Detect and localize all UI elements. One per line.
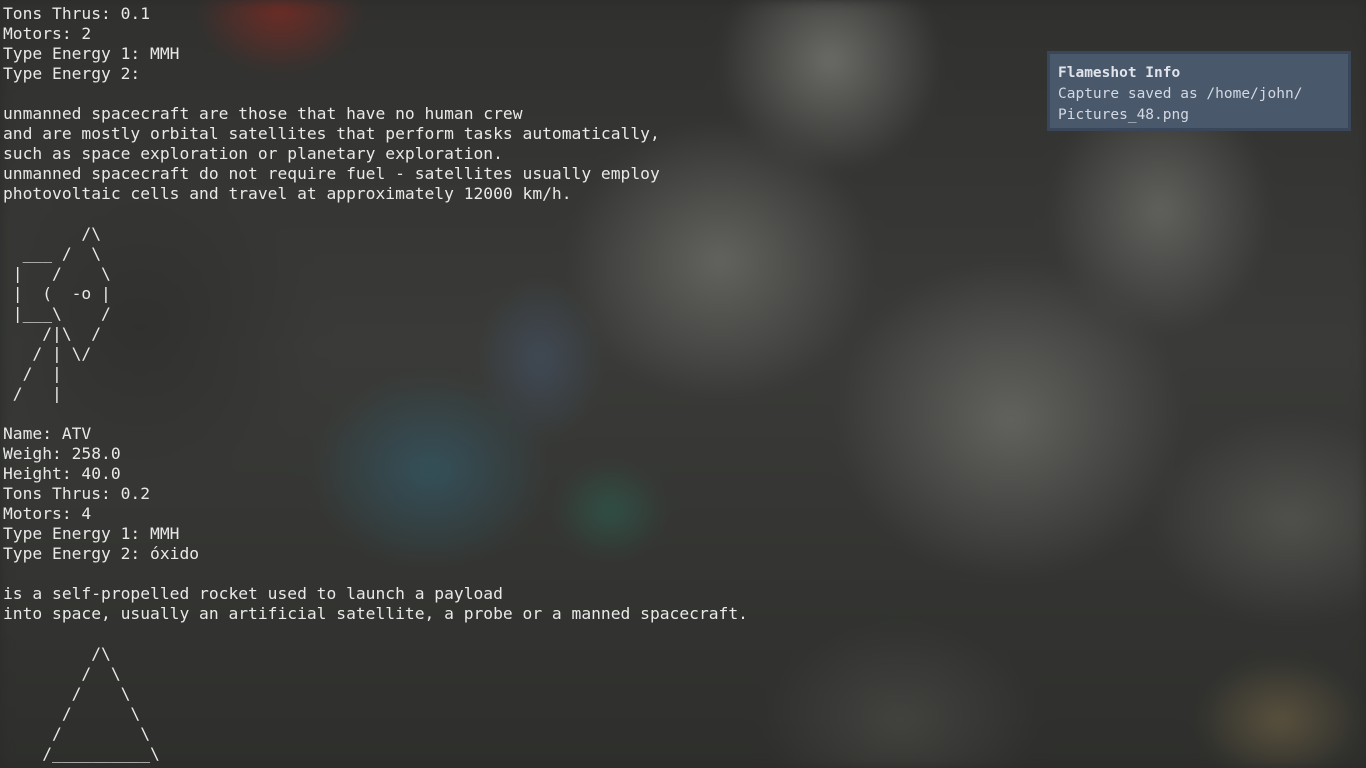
terminal-line: into space, usually an artificial satell… (3, 604, 748, 623)
notification-title: Flameshot Info (1058, 65, 1181, 81)
terminal-line: Type Energy 2: (3, 64, 141, 83)
terminal-line: Motors: 4 (3, 504, 92, 523)
terminal-line: Type Energy 1: MMH (3, 524, 180, 543)
terminal-line: Type Energy 1: MMH (3, 44, 180, 63)
notification-body-line: Pictures_48.png (1058, 107, 1189, 123)
terminal-line: unmanned spacecraft do not require fuel … (3, 164, 660, 183)
ascii-art-satellite-line: |___\ / (3, 304, 111, 323)
ascii-art-satellite-line: | ( -o | (3, 284, 111, 303)
ascii-art-satellite-line: | / \ (3, 264, 111, 283)
notification-body-line: Capture saved as /home/john/ (1058, 86, 1303, 102)
ascii-art-rocket-line: /__________\ (3, 744, 160, 763)
terminal-line: is a self-propelled rocket used to launc… (3, 584, 503, 603)
ascii-art-rocket-line: / \ (3, 664, 121, 683)
ascii-art-satellite-line: / | (3, 364, 62, 383)
terminal-line: Motors: 2 (3, 24, 92, 43)
ascii-art-satellite-line: ___ / \ (3, 244, 102, 263)
terminal-line: Type Energy 2: óxido (3, 544, 200, 563)
terminal-line: Tons Thrus: 0.2 (3, 484, 151, 503)
ascii-art-rocket-line: /\ (3, 644, 111, 663)
terminal-output[interactable]: Tons Thrus: 0.1 Motors: 2 Type Energy 1: M… (3, 4, 748, 764)
terminal-line: unmanned spacecraft are those that have … (3, 104, 523, 123)
ascii-art-satellite-line: / | (3, 384, 62, 403)
terminal-line: Height: 40.0 (3, 464, 121, 483)
ascii-art-satellite-line: / | \/ (3, 344, 92, 363)
terminal-line: Name: ATV (3, 424, 92, 443)
terminal-line: and are mostly orbital satellites that p… (3, 124, 660, 143)
ascii-art-rocket-line: / \ (3, 724, 151, 743)
ascii-art-rocket-line: / \ (3, 684, 131, 703)
ascii-art-satellite-line: /\ (3, 224, 102, 243)
terminal-line: photovoltaic cells and travel at approxi… (3, 184, 572, 203)
ascii-art-rocket-line: / \ (3, 704, 141, 723)
terminal-line: Tons Thrus: 0.1 (3, 4, 151, 23)
terminal-line: Weigh: 258.0 (3, 444, 121, 463)
terminal-line: such as space exploration or planetary e… (3, 144, 503, 163)
ascii-art-satellite-line: /|\ / (3, 324, 102, 343)
flameshot-notification[interactable]: Flameshot Info Capture saved as /home/jo… (1047, 51, 1351, 131)
